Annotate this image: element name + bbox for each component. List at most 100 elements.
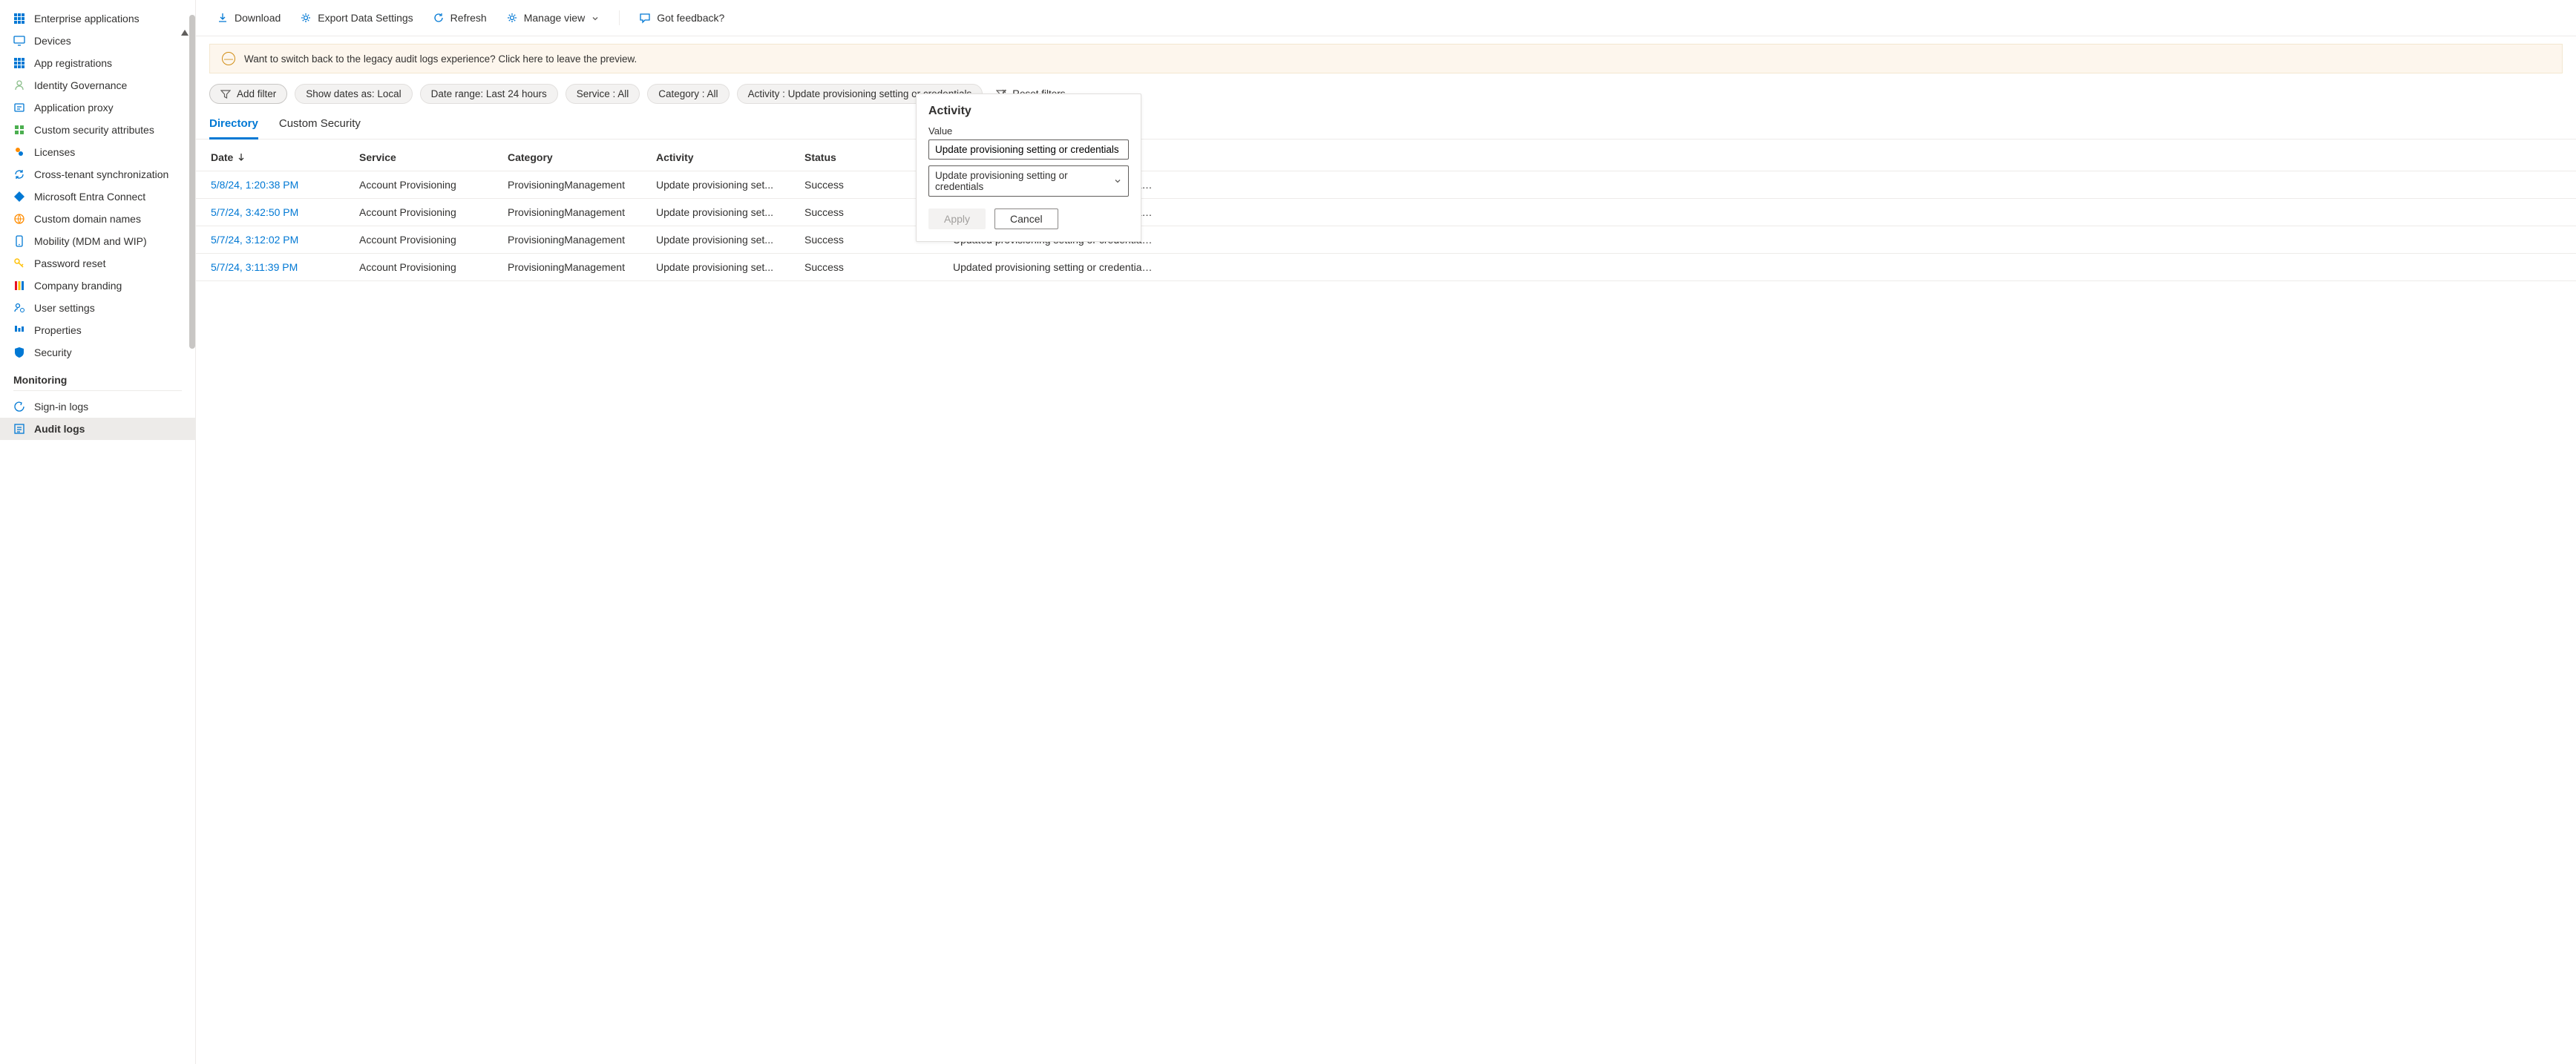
toolbar-label: Download: [235, 12, 281, 24]
cell-status-reason: Updated provisioning setting or credenti…: [953, 234, 2561, 246]
manage-view-button[interactable]: Manage view: [499, 7, 608, 28]
info-minus-icon: —: [222, 52, 235, 65]
proxy-icon: [13, 102, 25, 114]
toolbar-label: Export Data Settings: [318, 12, 413, 24]
select-value: Update provisioning setting or credentia…: [935, 170, 1113, 192]
sidebar-item-label: App registrations: [34, 57, 112, 69]
popover-select[interactable]: Update provisioning setting or credentia…: [928, 165, 1129, 197]
shield-icon: [13, 347, 25, 358]
cell-date[interactable]: 5/7/24, 3:12:02 PM: [211, 234, 359, 246]
cell-date[interactable]: 5/7/24, 3:42:50 PM: [211, 206, 359, 218]
sidebar-item-label: Properties: [34, 324, 82, 336]
sidebar-item-user-settings[interactable]: User settings: [0, 297, 195, 319]
sidebar-scrollbar[interactable]: [188, 0, 195, 1064]
sidebar-item-password-reset[interactable]: Password reset: [0, 252, 195, 275]
apply-button[interactable]: Apply: [928, 208, 986, 229]
domain-icon: [13, 213, 25, 225]
col-header-activity[interactable]: Activity: [656, 151, 804, 163]
sidebar-item-signin-logs[interactable]: Sign-in logs: [0, 395, 195, 418]
tab-custom-security[interactable]: Custom Security: [279, 113, 361, 139]
sidebar-item-label: Cross-tenant synchronization: [34, 168, 168, 180]
table-row[interactable]: 5/7/24, 3:11:39 PMAccount ProvisioningPr…: [196, 254, 2576, 281]
legacy-banner[interactable]: — Want to switch back to the legacy audi…: [209, 44, 2563, 73]
cell-service: Account Provisioning: [359, 179, 508, 191]
cell-date[interactable]: 5/7/24, 3:11:39 PM: [211, 261, 359, 273]
signin-logs-icon: [13, 401, 25, 413]
table-row[interactable]: 5/7/24, 3:12:02 PMAccount ProvisioningPr…: [196, 226, 2576, 254]
refresh-button[interactable]: Refresh: [425, 7, 494, 28]
sidebar-item-cross-tenant-sync[interactable]: Cross-tenant synchronization: [0, 163, 195, 185]
cell-status-reason: Updated provisioning setting or credenti…: [953, 261, 2561, 273]
cancel-button[interactable]: Cancel: [994, 208, 1058, 229]
sidebar-item-label: Security: [34, 347, 72, 358]
banner-text: Want to switch back to the legacy audit …: [244, 53, 637, 65]
sidebar-item-devices[interactable]: Devices: [0, 30, 195, 52]
cell-status: Success: [804, 261, 953, 273]
cell-category: ProvisioningManagement: [508, 206, 656, 218]
col-label: Date: [211, 151, 233, 163]
cell-service: Account Provisioning: [359, 261, 508, 273]
filter-category[interactable]: Category : All: [647, 84, 729, 104]
toolbar: Download Export Data Settings Refresh Ma…: [196, 0, 2576, 36]
feedback-button[interactable]: Got feedback?: [632, 7, 732, 28]
sidebar-item-label: Password reset: [34, 257, 105, 269]
sidebar-item-company-branding[interactable]: Company branding: [0, 275, 195, 297]
sidebar-item-label: Company branding: [34, 280, 122, 292]
chevron-down-icon: [1113, 177, 1122, 185]
col-header-category[interactable]: Category: [508, 151, 656, 163]
sidebar-item-enterprise-applications[interactable]: Enterprise applications: [0, 7, 195, 30]
sidebar-item-application-proxy[interactable]: Application proxy: [0, 96, 195, 119]
sidebar-item-label: Identity Governance: [34, 79, 127, 91]
pill-label: Add filter: [237, 88, 276, 99]
tab-label: Directory: [209, 117, 258, 130]
sidebar-item-mobility[interactable]: Mobility (MDM and WIP): [0, 230, 195, 252]
sidebar-item-label: Custom security attributes: [34, 124, 154, 136]
sidebar-item-entra-connect[interactable]: Microsoft Entra Connect: [0, 185, 195, 208]
sidebar-item-licenses[interactable]: Licenses: [0, 141, 195, 163]
add-filter-button[interactable]: Add filter: [209, 84, 287, 104]
cell-activity: Update provisioning set...: [656, 234, 804, 246]
download-button[interactable]: Download: [209, 7, 288, 28]
table-row[interactable]: 5/8/24, 1:20:38 PMAccount ProvisioningPr…: [196, 171, 2576, 199]
properties-icon: [13, 324, 25, 336]
gear-icon: [300, 12, 312, 24]
download-icon: [217, 12, 229, 24]
popover-value-label: Value: [928, 125, 1129, 137]
popover-title: Activity: [928, 105, 1129, 118]
table-row[interactable]: 5/7/24, 3:42:50 PMAccount ProvisioningPr…: [196, 199, 2576, 226]
sidebar-item-audit-logs[interactable]: Audit logs: [0, 418, 195, 440]
sidebar-item-properties[interactable]: Properties: [0, 319, 195, 341]
divider: [13, 390, 182, 391]
col-header-status-reason[interactable]: Status Reason: [953, 151, 2561, 163]
sync-icon: [13, 168, 25, 180]
tabs: Directory Custom Security: [196, 104, 2576, 139]
col-header-service[interactable]: Service: [359, 151, 508, 163]
sidebar-item-identity-governance[interactable]: Identity Governance: [0, 74, 195, 96]
popover-value-input[interactable]: [928, 139, 1129, 160]
pill-label: Show dates as: Local: [306, 88, 401, 99]
sidebar-item-label: Enterprise applications: [34, 13, 140, 24]
toolbar-separator: [619, 10, 620, 25]
activity-filter-popover: Activity Value Update provisioning setti…: [916, 93, 1141, 242]
toolbar-label: Got feedback?: [657, 12, 724, 24]
cell-activity: Update provisioning set...: [656, 261, 804, 273]
cell-category: ProvisioningManagement: [508, 261, 656, 273]
cell-date[interactable]: 5/8/24, 1:20:38 PM: [211, 179, 359, 191]
key-icon: [13, 257, 25, 269]
tab-directory[interactable]: Directory: [209, 113, 258, 139]
filter-service[interactable]: Service : All: [566, 84, 640, 104]
branding-icon: [13, 280, 25, 292]
sidebar-item-custom-domain-names[interactable]: Custom domain names: [0, 208, 195, 230]
cell-activity: Update provisioning set...: [656, 179, 804, 191]
filter-show-dates[interactable]: Show dates as: Local: [295, 84, 412, 104]
filter-date-range[interactable]: Date range: Last 24 hours: [420, 84, 558, 104]
sidebar-item-security[interactable]: Security: [0, 341, 195, 364]
export-data-settings-button[interactable]: Export Data Settings: [292, 7, 420, 28]
col-header-date[interactable]: Date: [211, 151, 359, 163]
sidebar-item-custom-security-attributes[interactable]: Custom security attributes: [0, 119, 195, 141]
grid-apps-icon: [13, 13, 25, 24]
entra-connect-icon: [13, 191, 25, 203]
sidebar: Enterprise applications Devices App regi…: [0, 0, 196, 1064]
cell-activity: Update provisioning set...: [656, 206, 804, 218]
sidebar-item-app-registrations[interactable]: App registrations: [0, 52, 195, 74]
